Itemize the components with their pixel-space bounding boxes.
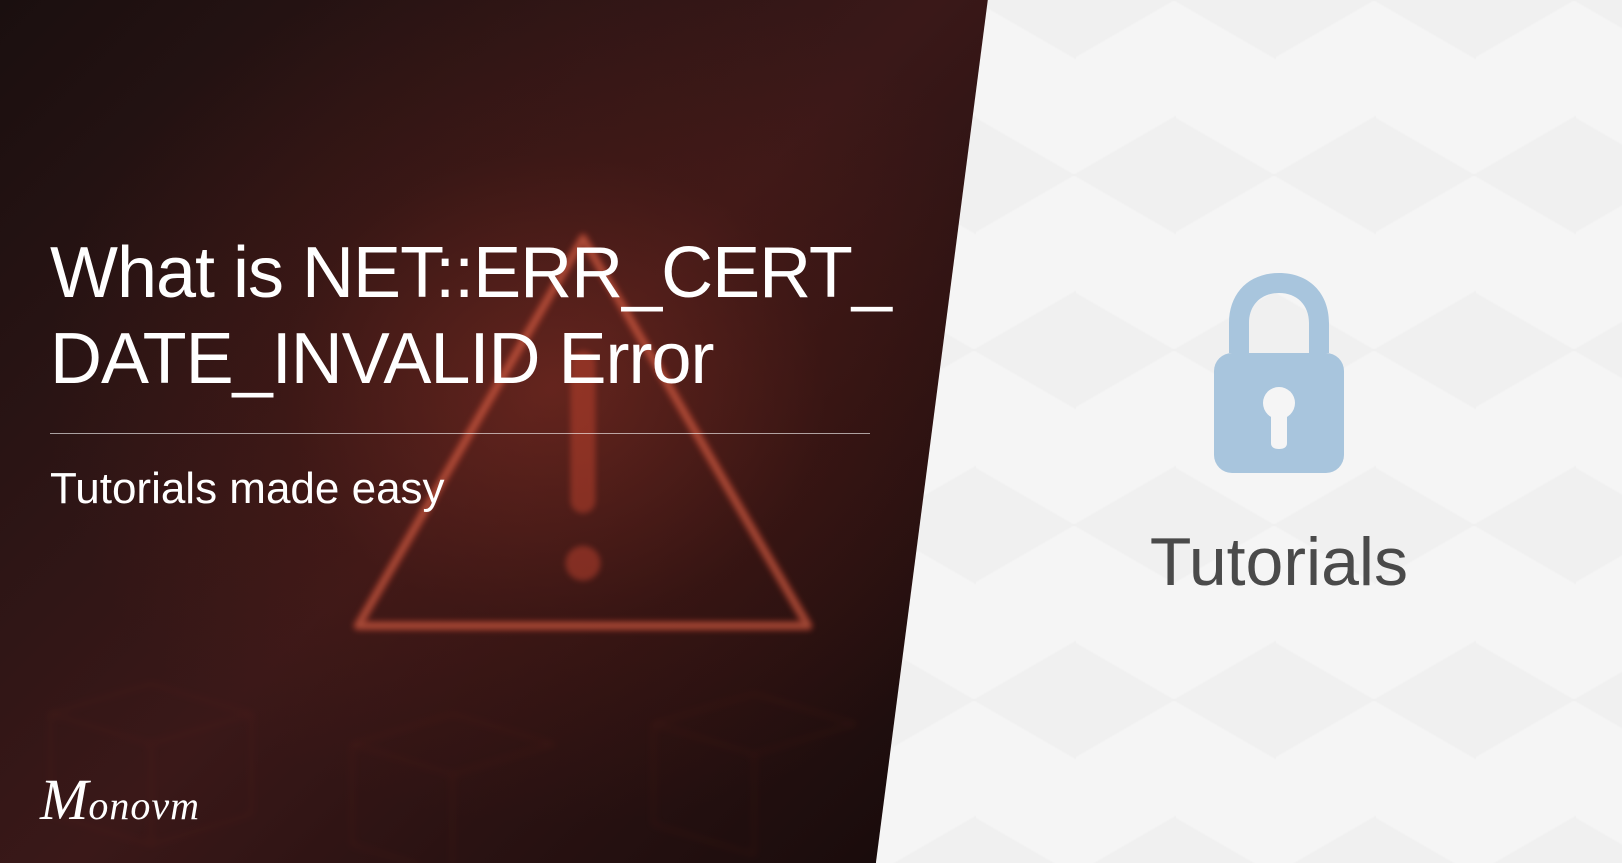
page-subtitle: Tutorials made easy: [50, 464, 891, 514]
title-divider: [50, 433, 870, 434]
page-title: What is NET::ERR_CERT_ DATE_INVALID Erro…: [50, 230, 891, 403]
category-label: Tutorials: [1150, 523, 1408, 601]
hero-text-block: What is NET::ERR_CERT_ DATE_INVALID Erro…: [50, 230, 891, 514]
title-line-1: What is NET::ERR_CERT_: [50, 233, 891, 313]
title-line-2: DATE_INVALID Error: [50, 319, 713, 399]
right-category-panel: Tutorials: [876, 0, 1622, 863]
logo-mark: M: [40, 766, 86, 833]
lock-icon: [1189, 263, 1369, 483]
left-hero-panel: What is NET::ERR_CERT_ DATE_INVALID Erro…: [0, 0, 1006, 863]
banner-container: What is NET::ERR_CERT_ DATE_INVALID Erro…: [0, 0, 1622, 863]
logo-wordmark: onovm: [88, 782, 200, 829]
brand-logo: M onovm: [40, 766, 200, 833]
